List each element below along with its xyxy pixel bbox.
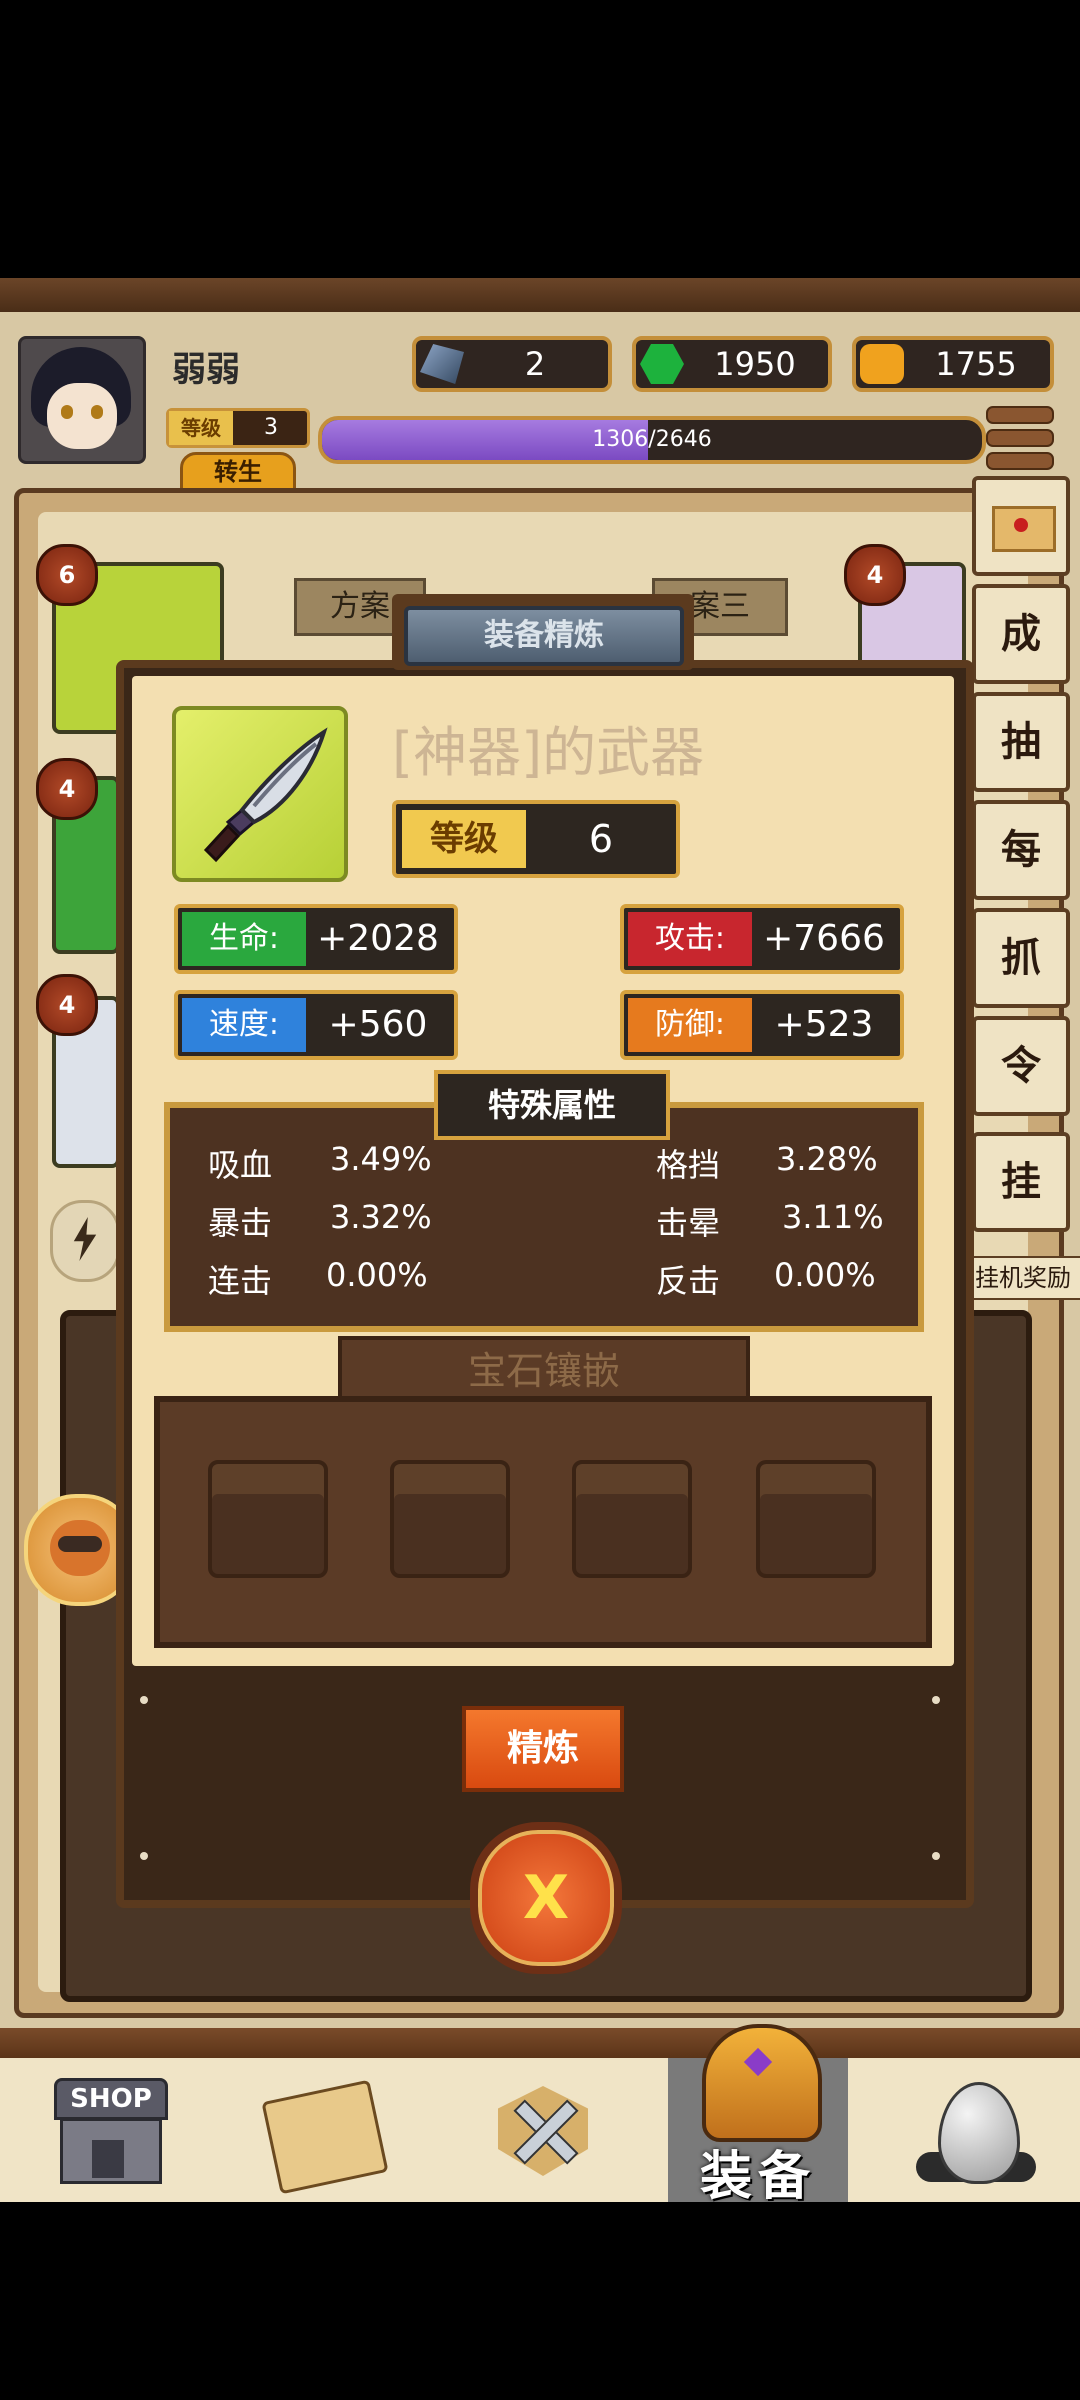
gem-inlay-title: 宝石镶嵌: [338, 1336, 750, 1402]
catch-button[interactable]: 抓: [972, 908, 1070, 1008]
xp-bar: 1306/2646: [318, 416, 986, 464]
stat-defense-label: 防御:: [628, 998, 752, 1052]
special-stun-label: 击晕: [656, 1204, 721, 1242]
special-block-label: 格挡: [656, 1146, 721, 1184]
item-level: 等级 6: [392, 800, 680, 878]
stat-speed-label: 速度:: [182, 998, 306, 1052]
special-combo-value: 0.00%: [326, 1256, 428, 1294]
auto-battle-button[interactable]: [50, 1200, 120, 1282]
map-icon: [261, 2079, 389, 2195]
gem-slot[interactable]: [208, 1460, 328, 1578]
stat-hp: 生命: +2028: [174, 904, 458, 974]
gem-slot[interactable]: [572, 1460, 692, 1578]
special-lifesteal-value: 3.49%: [330, 1140, 432, 1178]
stat-hp-value: +2028: [317, 918, 439, 959]
achievement-button[interactable]: 成: [972, 584, 1070, 684]
item-level-label: 等级: [402, 810, 526, 868]
rivet: [140, 1696, 148, 1704]
stat-defense: 防御: +523: [620, 990, 904, 1060]
gem-slot[interactable]: [390, 1460, 510, 1578]
stat-speed: 速度: +560: [174, 990, 458, 1060]
order-button[interactable]: 令: [972, 1016, 1070, 1116]
special-crit-value: 3.32%: [330, 1198, 432, 1236]
level-label: 等级: [169, 411, 233, 445]
popup-title: 装备精炼: [404, 606, 684, 666]
nav-map[interactable]: [261, 2079, 389, 2195]
player-level-box: 等级 3: [166, 408, 310, 448]
special-counter-value: 0.00%: [774, 1256, 876, 1294]
stat-attack: 攻击: +7666: [620, 904, 904, 974]
slot-level-badge: 4: [36, 974, 98, 1036]
afk-reward-label: 挂机奖励: [962, 1256, 1080, 1300]
top-wood-frame: [0, 278, 1080, 315]
item-name: [神器]的武器: [392, 721, 705, 784]
stat-defense-value: +523: [774, 1004, 874, 1045]
special-attributes-title: 特殊属性: [434, 1070, 670, 1140]
player-avatar[interactable]: [18, 336, 146, 464]
player-name: 弱弱: [172, 350, 240, 390]
lightning-icon: [73, 1217, 97, 1261]
daily-button[interactable]: 每: [972, 800, 1070, 900]
nav-battle[interactable]: [488, 2076, 598, 2186]
level-value: 3: [264, 415, 278, 440]
slot-level-badge: 6: [36, 544, 98, 606]
refine-button[interactable]: 精炼: [462, 1706, 624, 1792]
special-stun-value: 3.11%: [782, 1198, 884, 1236]
coin-counter[interactable]: 1755: [852, 336, 1054, 392]
nav-equipment[interactable]: [690, 2016, 826, 2142]
stat-attack-value: +7666: [763, 918, 885, 959]
nav-egg[interactable]: [916, 2082, 1036, 2192]
special-lifesteal-label: 吸血: [208, 1146, 273, 1184]
slot-level-badge: 4: [844, 544, 906, 606]
stat-speed-value: +560: [328, 1004, 428, 1045]
rebirth-button[interactable]: 转生: [180, 452, 296, 492]
special-counter-label: 反击: [656, 1262, 721, 1300]
emerald-counter[interactable]: 1950: [632, 336, 832, 392]
nav-equipment-label: 装备: [699, 2147, 816, 2207]
draw-button[interactable]: 抽: [972, 692, 1070, 792]
special-combo-label: 连击: [208, 1262, 273, 1300]
close-button[interactable]: X: [470, 1822, 622, 1974]
stat-hp-label: 生命:: [182, 912, 306, 966]
menu-icon[interactable]: [986, 406, 1054, 470]
coin-icon: [860, 344, 904, 384]
slot-level-badge: 4: [36, 758, 98, 820]
item-icon: [172, 706, 348, 882]
dagger-icon: [203, 727, 328, 863]
rivet: [932, 1696, 940, 1704]
egg-icon: [938, 2082, 1020, 2184]
item-level-value: 6: [588, 817, 614, 861]
bottom-wood-frame: [0, 2028, 1080, 2058]
nav-shop[interactable]: SHOP: [48, 2078, 168, 2188]
mail-button[interactable]: [972, 476, 1070, 576]
rivet: [932, 1852, 940, 1860]
xp-text: 1306/2646: [592, 427, 712, 452]
crystal-counter[interactable]: 2: [412, 336, 612, 392]
stat-attack-label: 攻击:: [628, 912, 752, 966]
afk-button[interactable]: 挂: [972, 1132, 1070, 1232]
special-block-value: 3.28%: [776, 1140, 878, 1178]
rivet: [140, 1852, 148, 1860]
helmet-icon: [702, 2024, 822, 2142]
shop-icon: SHOP: [54, 2078, 168, 2120]
gem-slot[interactable]: [756, 1460, 876, 1578]
special-crit-label: 暴击: [208, 1204, 273, 1242]
